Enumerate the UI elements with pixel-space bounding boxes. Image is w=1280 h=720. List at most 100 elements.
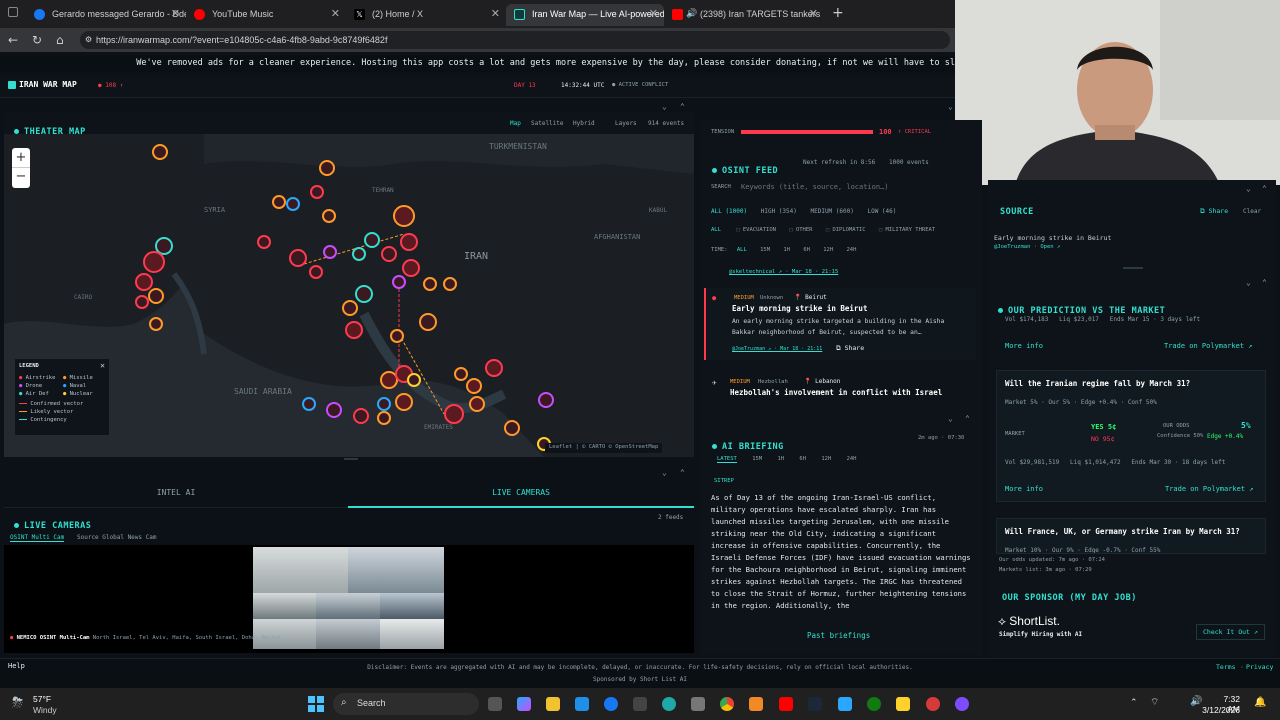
close-tab-icon[interactable]: ✕ (809, 7, 818, 20)
steam-icon[interactable] (808, 697, 822, 711)
briefing-tab-latest[interactable]: LATEST (717, 456, 737, 463)
resize-handle[interactable] (1123, 267, 1143, 269)
source-share-button[interactable]: ⧉ Share (1200, 207, 1228, 216)
tab-live-cameras[interactable]: LIVE CAMERAS (348, 478, 694, 508)
zoom-in-button[interactable]: + (12, 148, 30, 168)
map-view-map[interactable]: Map (510, 120, 521, 127)
close-tab-icon[interactable]: ✕ (331, 7, 340, 20)
copilot-icon[interactable] (517, 697, 531, 711)
cat-military-threat[interactable]: ⬚ MILITARY THREAT (879, 227, 935, 233)
tab-search-icon[interactable] (8, 7, 18, 17)
chevron-up-icon[interactable]: ⌃ (965, 414, 970, 423)
app-icon[interactable] (838, 697, 852, 711)
app-icon[interactable] (896, 697, 910, 711)
close-tab-icon[interactable]: ✕ (171, 7, 180, 20)
home-icon[interactable]: ⌂ (56, 33, 64, 47)
past-briefings-button[interactable]: Past briefings (807, 631, 870, 640)
taskbar-search[interactable]: ⌕ Search (333, 693, 479, 715)
briefing-tab-12h[interactable]: 12H (821, 456, 831, 462)
start-windows-icon[interactable] (308, 696, 324, 712)
chevron-up-icon[interactable]: ⌃ (680, 102, 685, 111)
tray-overflow-icon[interactable]: ⌃ (1130, 697, 1138, 708)
map-view-satellite[interactable]: Satellite (531, 120, 564, 127)
browser-tab-youtube-video[interactable]: 🔊 (2398) Iran TARGETS tankers ✕ (664, 4, 824, 26)
sponsor-cta-button[interactable]: Check It Out ↗ (1196, 624, 1265, 640)
camera-viewport[interactable]: ● NEMICO OSINT Multi-Cam North Israel, T… (4, 545, 694, 653)
time-1h[interactable]: 1H (783, 247, 790, 253)
chevron-down-icon[interactable]: ⌄ (662, 102, 667, 111)
time-15m[interactable]: 15M (760, 247, 770, 253)
cat-diplomatic[interactable]: ⬚ DIPLOMATIC (826, 227, 866, 233)
browser-tab-iran-war-map[interactable]: Iran War Map — Live AI-powered ✕ (506, 4, 664, 26)
weather-temp[interactable]: 57°F (33, 694, 51, 704)
back-arrow-icon[interactable]: ← (8, 33, 18, 47)
browser-tab-facebook[interactable]: Gerardo messaged Gerardo - Dde ✕ (26, 4, 186, 26)
file-explorer-icon[interactable] (546, 697, 560, 711)
obs-icon[interactable] (955, 697, 969, 711)
feed-search-input[interactable] (741, 180, 977, 194)
chevron-up-icon[interactable]: ⌃ (1262, 278, 1267, 287)
tab-intel-ai[interactable]: INTEL AI (4, 478, 348, 508)
share-button[interactable]: ⧉ Share (836, 344, 864, 353)
resize-handle[interactable] (344, 458, 358, 460)
filter-medium[interactable]: MEDIUM (600) (811, 208, 854, 215)
youtube-icon[interactable] (779, 697, 793, 711)
new-tab-button[interactable]: + (832, 5, 844, 21)
close-tab-icon[interactable]: ✕ (649, 7, 658, 20)
facebook-icon[interactable] (604, 697, 618, 711)
filter-all[interactable]: ALL (1000) (711, 208, 747, 215)
date[interactable]: 3/12/2026 (1200, 705, 1240, 715)
camera-tile[interactable] (253, 619, 316, 649)
calculator-icon[interactable] (691, 697, 705, 711)
briefing-tab-24h[interactable]: 24H (847, 456, 857, 462)
feed-item-meta[interactable]: @JoeTruzman ↗ · Mar 18 · 21:11 (732, 346, 822, 352)
time-all[interactable]: ALL (737, 247, 747, 253)
zoom-out-button[interactable]: − (12, 168, 30, 188)
layers-button[interactable]: Layers (615, 120, 637, 127)
time-24h[interactable]: 24H (847, 247, 857, 253)
briefing-tab-1h[interactable]: 1H (777, 456, 784, 462)
cam-tab-global[interactable]: Source Global News Cam (77, 534, 156, 541)
app-icon[interactable] (662, 697, 676, 711)
url-field[interactable]: ⚙ https://iranwarmap.com/?event=e104805c… (80, 31, 950, 49)
notification-bell-icon[interactable]: 🔔 (1254, 697, 1266, 708)
briefing-tab-6h[interactable]: 6H (799, 456, 806, 462)
camera-tile[interactable] (380, 619, 444, 649)
chevron-up-icon[interactable]: ⌃ (680, 468, 685, 477)
site-info-icon[interactable]: ⚙ (85, 35, 92, 44)
close-tab-icon[interactable]: ✕ (491, 7, 500, 20)
cat-all[interactable]: ALL (711, 227, 721, 233)
chevron-up-icon[interactable]: ⌃ (1262, 184, 1267, 193)
camera-tile[interactable] (316, 593, 380, 619)
more-info-link[interactable]: More info (1005, 342, 1043, 350)
camera-tile[interactable] (253, 593, 316, 619)
xbox-icon[interactable] (867, 697, 881, 711)
time-6h[interactable]: 6H (803, 247, 810, 253)
filter-high[interactable]: HIGH (354) (761, 208, 797, 215)
source-item-meta[interactable]: @JoeTruzman · Open ↗ (994, 244, 1060, 250)
chevron-down-icon[interactable]: ⌄ (1246, 278, 1251, 287)
task-view-icon[interactable] (488, 697, 502, 711)
terms-link[interactable]: Terms (1216, 663, 1236, 671)
chevron-down-icon[interactable]: ⌄ (948, 414, 953, 423)
wifi-icon[interactable]: ⌔ (1150, 696, 1159, 709)
prev-item-meta[interactable]: @skeltechnical ↗ · Mar 18 · 21:15 (729, 269, 838, 275)
feed-item[interactable]: ✈ MEDIUM Hezbollah 📍 Lebanon Hezbollah's… (704, 372, 976, 402)
chevron-down-icon[interactable]: ⌄ (1246, 184, 1251, 193)
browser-tab-x[interactable]: 𝕏 (2) Home / X ✕ (346, 4, 506, 26)
camera-tile[interactable] (348, 547, 444, 593)
trade-link[interactable]: Trade on Polymarket ↗ (1165, 485, 1254, 493)
map-view-hybrid[interactable]: Hybrid (573, 120, 595, 127)
camera-tile[interactable] (380, 593, 444, 619)
site-logo[interactable]: IRAN WAR MAP (19, 80, 77, 89)
cam-tab-osint[interactable]: OSINT Multi Cam (10, 534, 65, 542)
camera-tile[interactable] (253, 547, 348, 593)
source-clear-button[interactable]: Clear (1243, 208, 1261, 215)
map-attribution[interactable]: Leaflet | © CARTO © OpenStreetMap (545, 443, 663, 453)
edge-icon[interactable] (575, 697, 589, 711)
speaker-icon[interactable]: 🔊 (686, 8, 697, 19)
browser-tab-youtube-music[interactable]: YouTube Music ✕ (186, 4, 346, 26)
sponsored-by[interactable]: Sponsored by Short List AI (0, 676, 1280, 683)
filter-low[interactable]: LOW (46) (867, 208, 896, 215)
time-12h[interactable]: 12H (823, 247, 833, 253)
